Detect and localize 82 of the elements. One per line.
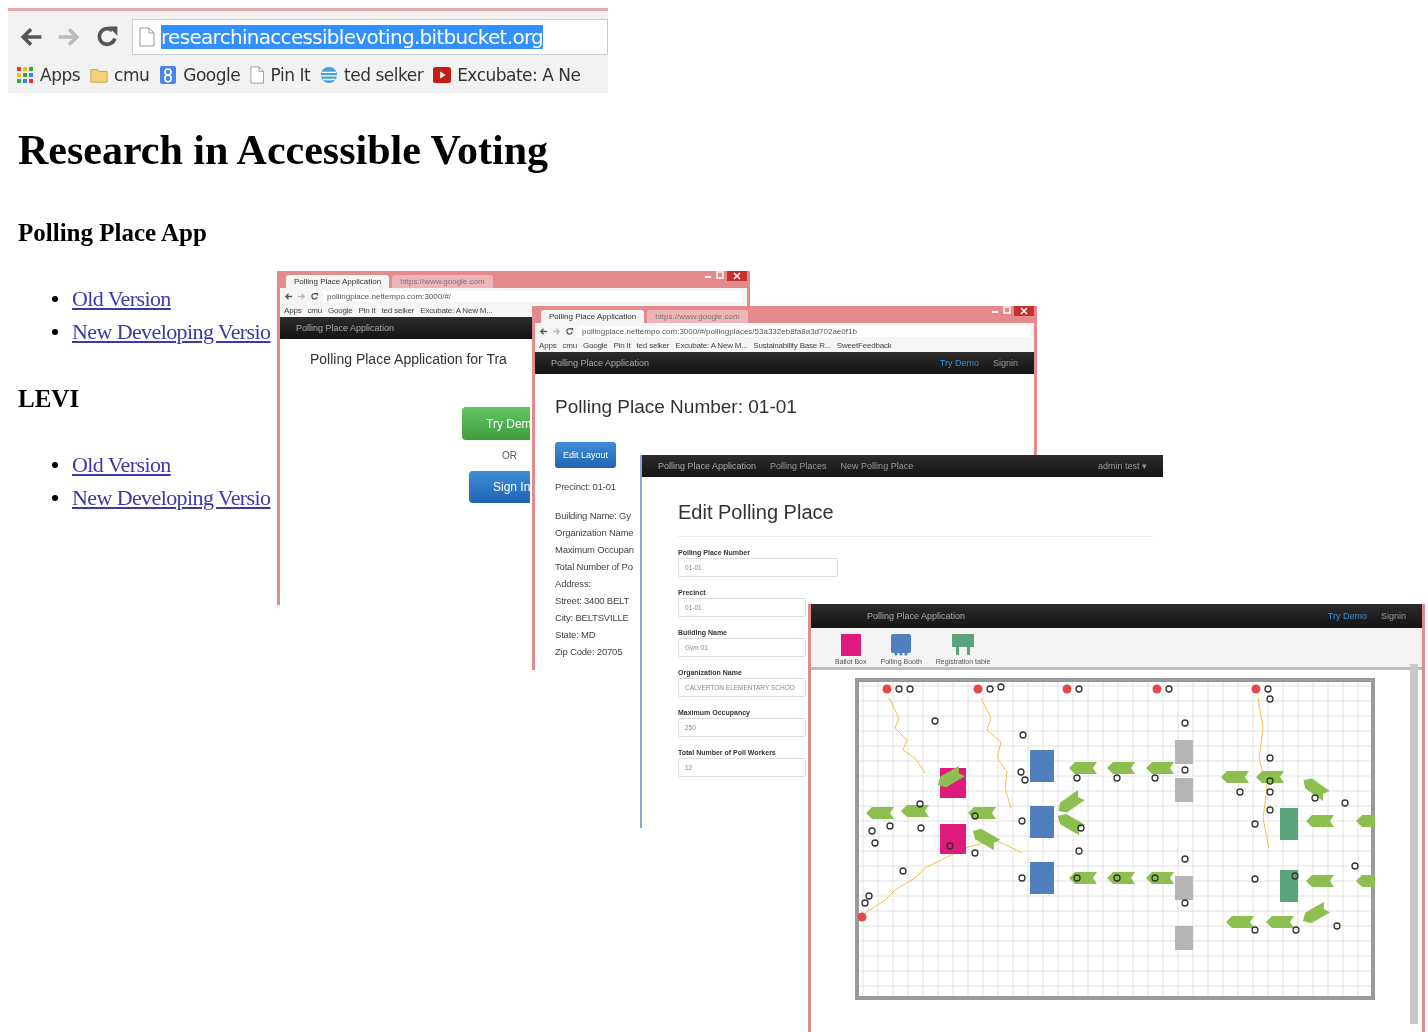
- bullet-icon: [52, 295, 58, 302]
- apps-grid-icon: [16, 66, 34, 84]
- play-icon: [433, 66, 452, 84]
- table-icon[interactable]: [952, 634, 975, 656]
- folder-icon: [90, 66, 109, 84]
- nav-link[interactable]: Signin: [992, 358, 1018, 368]
- section-heading: Polling Place App: [18, 219, 207, 247]
- nav-link[interactable]: Signin: [1380, 611, 1406, 621]
- navbar-brand[interactable]: Polling Place Application: [296, 323, 395, 333]
- detail-text: Address:: [555, 577, 591, 591]
- version-link[interactable]: Old Version: [72, 451, 171, 478]
- user-menu[interactable]: admin test ▾: [1097, 461, 1147, 471]
- sign-in-button[interactable]: Sign In: [469, 471, 530, 503]
- close-button[interactable]: [727, 271, 747, 281]
- edit-layout-button[interactable]: Edit Layout: [555, 442, 617, 468]
- reload-icon[interactable]: [565, 327, 574, 336]
- version-link[interactable]: Old Version: [72, 285, 171, 312]
- bookmark[interactable]: cmu: [562, 341, 577, 350]
- bookmark[interactable]: Excubate: A New M...: [675, 341, 748, 350]
- globe-icon: [320, 66, 339, 84]
- bookmark[interactable]: Apps: [539, 341, 557, 350]
- detail-text: Precinct: 01-01: [555, 480, 616, 494]
- bookmark[interactable]: cmu: [90, 65, 150, 85]
- bullet-icon: [52, 461, 58, 468]
- back-arrow-icon[interactable]: [539, 327, 548, 336]
- section-heading: LEVI: [18, 385, 80, 413]
- bookmark[interactable]: Pin It: [613, 341, 631, 350]
- detail-text: Zip Code: 20705: [555, 645, 623, 659]
- page-icon: [139, 27, 155, 47]
- detail-text: State: MD: [555, 628, 596, 642]
- booth-icon[interactable]: [890, 634, 913, 656]
- page-title: Research in Accessible Voting: [18, 126, 549, 174]
- navbar-brand[interactable]: Polling Place Application: [658, 461, 757, 471]
- maximize-icon[interactable]: [715, 271, 725, 279]
- browser-tab[interactable]: Polling Place Application: [541, 310, 645, 323]
- navbar-brand[interactable]: Polling Place Application: [551, 358, 650, 368]
- close-button[interactable]: [1014, 306, 1034, 316]
- bookmark[interactable]: Apps: [284, 306, 302, 315]
- bookmark[interactable]: Pin It: [358, 306, 376, 315]
- bullet-icon: [52, 494, 58, 501]
- bookmark[interactable]: Sustainability Base R...: [753, 341, 831, 350]
- scrollbar[interactable]: [1410, 664, 1418, 1024]
- nav-link[interactable]: Try Demo: [939, 358, 979, 368]
- bookmark[interactable]: cmu: [307, 306, 322, 315]
- favicon-icon: [159, 66, 178, 84]
- page-heading: Polling Place Number: 01-01: [555, 396, 798, 418]
- bookmark[interactable]: Excubate: A New M...: [420, 306, 493, 315]
- browser-tab[interactable]: Polling Place Application: [286, 275, 390, 288]
- version-link[interactable]: New Developing Versio: [72, 318, 271, 345]
- bookmark[interactable]: ted selker: [320, 65, 424, 85]
- detail-text: Building Name: Gy: [555, 509, 631, 523]
- or-text: OR: [502, 450, 517, 461]
- nav-link[interactable]: New Polling Place: [840, 461, 914, 471]
- bookmark[interactable]: ted selker: [636, 341, 670, 350]
- bookmark[interactable]: SweetFeedback: [836, 341, 892, 350]
- bullet-icon: [52, 328, 58, 335]
- page-heading: Edit Polling Place: [678, 501, 834, 524]
- ballot-box-icon[interactable]: [840, 634, 861, 656]
- bookmark[interactable]: Excubate: A Ne: [433, 65, 581, 85]
- detail-text: Organization Name: [555, 526, 634, 540]
- maximize-icon[interactable]: [1002, 306, 1012, 314]
- bookmark[interactable]: Pin It: [250, 65, 311, 85]
- bookmark[interactable]: Apps: [16, 65, 81, 85]
- navbar-brand[interactable]: Polling Place Application: [867, 611, 966, 621]
- detail-text: Total Number of Po: [555, 560, 633, 574]
- version-link[interactable]: New Developing Versio: [72, 484, 271, 511]
- bookmark[interactable]: ted selker: [381, 306, 415, 315]
- address-bar[interactable]: pollingplace.nettempo.com:3000/#/pollingplaces/53a332eb8fa8a3d702ae0f1b: [578, 326, 1030, 337]
- bookmark[interactable]: Google: [327, 306, 353, 315]
- bookmark[interactable]: Google: [159, 65, 241, 85]
- page-heading: Polling Place Application for Tra: [310, 351, 507, 367]
- nav-link[interactable]: Try Demo: [1327, 611, 1367, 621]
- detail-text: Street: 3400 BELT: [555, 594, 630, 608]
- detail-text: City: BELTSVILLE: [555, 611, 629, 625]
- url-text: researchinaccessiblevoting.bitbucket.org: [161, 25, 544, 49]
- back-arrow-icon[interactable]: [284, 292, 293, 301]
- reload-icon[interactable]: [310, 292, 319, 301]
- detail-text: Maximum Occupan: [555, 543, 634, 557]
- page-icon: [250, 66, 265, 84]
- address-bar[interactable]: pollingplace.nettempo.com:3000/#/: [323, 291, 743, 302]
- bookmark[interactable]: Google: [582, 341, 608, 350]
- nav-link[interactable]: Polling Places: [770, 461, 827, 471]
